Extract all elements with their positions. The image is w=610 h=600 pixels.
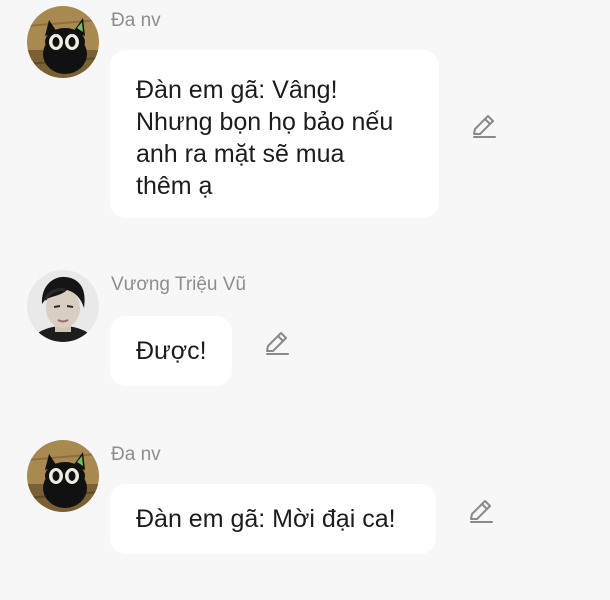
- chat-thread: Đa nv Đàn em gã: Vâng! Nhưng bọn họ bảo …: [0, 0, 610, 600]
- sender-name: Vương Triệu Vũ: [111, 274, 247, 295]
- pencil-icon[interactable]: [263, 329, 291, 357]
- cat-avatar-icon[interactable]: [27, 440, 99, 512]
- sender-name: Đa nv: [111, 10, 161, 31]
- sender-name: Đa nv: [111, 444, 161, 465]
- cat-avatar-icon[interactable]: [27, 6, 99, 78]
- message-bubble[interactable]: Được!: [110, 316, 232, 386]
- person-avatar-icon[interactable]: [27, 270, 99, 342]
- pencil-icon[interactable]: [470, 112, 498, 140]
- message-text: Được!: [136, 337, 207, 365]
- pencil-icon[interactable]: [467, 497, 495, 525]
- message-text: Đàn em gã: Vâng! Nhưng bọn họ bảo nếu an…: [136, 76, 394, 200]
- message-text: Đàn em gã: Mời đại ca!: [136, 505, 396, 533]
- message-bubble[interactable]: Đàn em gã: Mời đại ca!: [110, 484, 436, 554]
- message-bubble[interactable]: Đàn em gã: Vâng! Nhưng bọn họ bảo nếu an…: [110, 50, 439, 218]
